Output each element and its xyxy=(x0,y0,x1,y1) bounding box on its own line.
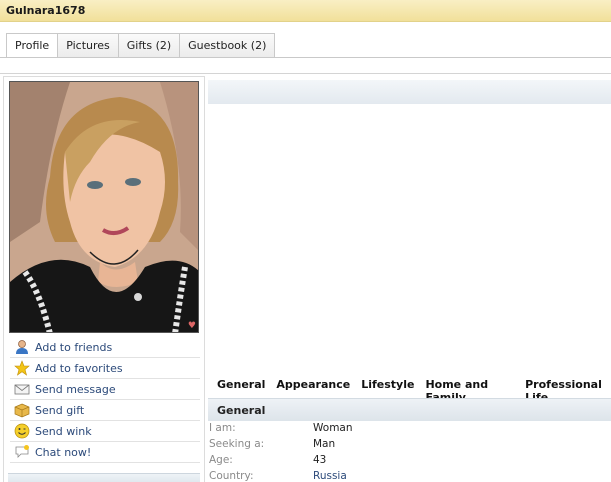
info-row: Age: 43 xyxy=(208,454,611,470)
send-wink-label: Send wink xyxy=(35,424,92,438)
star-icon xyxy=(14,360,30,376)
username-title: Gulnara1678 xyxy=(6,4,86,17)
general-info-table: I am: Woman Seeking a: Man Age: 43 Count… xyxy=(208,422,611,482)
send-gift-label: Send gift xyxy=(35,403,85,417)
details-header-bar xyxy=(208,80,611,104)
profile-photo[interactable]: ♥ xyxy=(9,81,199,333)
tabs-divider xyxy=(0,57,611,58)
add-to-favorites-button[interactable]: Add to favorites xyxy=(10,358,200,379)
send-message-button[interactable]: Send message xyxy=(10,379,200,400)
chat-now-button[interactable]: Chat now! xyxy=(10,442,200,463)
tab-profile[interactable]: Profile xyxy=(6,33,59,58)
tab-pictures[interactable]: Pictures xyxy=(58,33,119,58)
user-icon xyxy=(16,340,28,354)
sidebar-footer-bar xyxy=(8,473,200,482)
info-row: I am: Woman xyxy=(208,422,611,438)
profile-title-bar: Gulnara1678 xyxy=(0,0,611,22)
info-key: Country: xyxy=(209,470,254,482)
info-row: Country: Russia xyxy=(208,470,611,482)
profile-details: General Appearance Lifestyle Home and Fa… xyxy=(208,76,611,482)
add-to-friends-button[interactable]: Add to friends xyxy=(10,337,200,358)
chat-bubble-icon xyxy=(15,445,29,458)
info-row: Seeking a: Man xyxy=(208,438,611,454)
info-key: Age: xyxy=(209,454,233,466)
tab-gifts[interactable]: Gifts (2) xyxy=(118,33,181,58)
add-to-favorites-label: Add to favorites xyxy=(35,361,123,375)
info-value: 43 xyxy=(313,454,327,466)
info-key: I am: xyxy=(209,422,236,434)
content-divider xyxy=(0,73,611,74)
general-section-heading: General xyxy=(208,398,611,421)
chat-now-label: Chat now! xyxy=(35,445,92,459)
send-message-label: Send message xyxy=(35,382,116,396)
info-value: Woman xyxy=(313,422,353,434)
profile-actions: Add to friends Add to favorites Send mes… xyxy=(10,337,200,463)
portrait-illustration xyxy=(10,82,198,332)
country-link[interactable]: Russia xyxy=(313,470,347,482)
info-key: Seeking a: xyxy=(209,438,265,450)
heart-icon[interactable]: ♥ xyxy=(188,321,196,331)
send-wink-button[interactable]: Send wink xyxy=(10,421,200,442)
add-to-friends-label: Add to friends xyxy=(35,340,113,354)
profile-sidebar: ♥ Add to friends Add to favorites Send m… xyxy=(3,76,205,482)
tab-guestbook[interactable]: Guestbook (2) xyxy=(180,33,276,58)
info-value: Man xyxy=(313,438,336,450)
gift-box-icon xyxy=(14,403,30,418)
smiley-icon xyxy=(14,423,30,439)
send-gift-button[interactable]: Send gift xyxy=(10,400,200,421)
envelope-icon xyxy=(14,384,30,395)
profile-tabs: Profile Pictures Gifts (2) Guestbook (2) xyxy=(6,33,276,58)
